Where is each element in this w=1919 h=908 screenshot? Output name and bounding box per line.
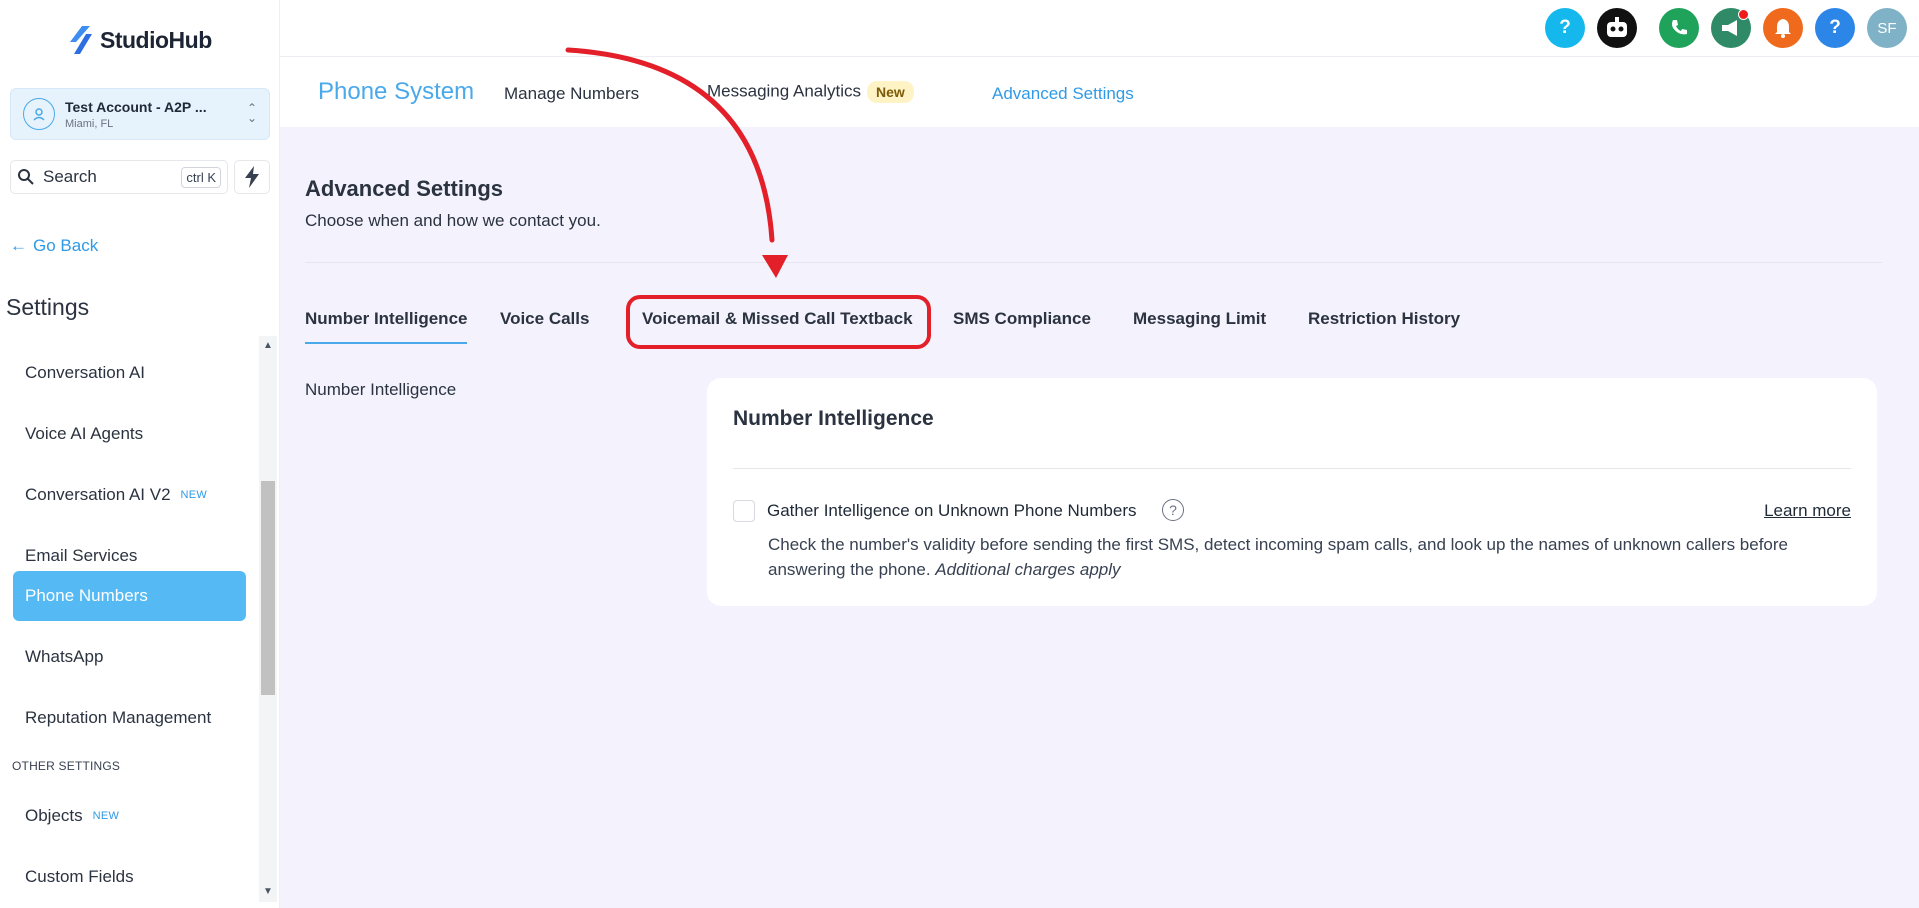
sidebar-item-custom-fields[interactable]: Custom Fields	[13, 852, 246, 902]
sidebar-item-conversation-ai[interactable]: Conversation AI	[13, 348, 246, 398]
location-icon	[23, 98, 55, 130]
annotation-highlight-box	[626, 295, 931, 349]
tab-messaging-analytics[interactable]: Messaging Analytics New	[707, 81, 914, 103]
search-shortcut: ctrl K	[181, 166, 221, 188]
go-back-label: Go Back	[33, 236, 99, 255]
menu-label: Voice AI Agents	[25, 424, 144, 443]
bell-icon[interactable]	[1763, 8, 1803, 48]
robot-icon[interactable]	[1597, 8, 1637, 48]
sub-navigation: Phone System Manage Numbers Messaging An…	[280, 57, 1919, 127]
tab-advanced-settings[interactable]: Advanced Settings	[992, 84, 1134, 104]
learn-more-link[interactable]: Learn more	[1764, 501, 1851, 521]
divider	[305, 262, 1882, 263]
new-badge: NEW	[180, 489, 208, 501]
header-icons: ? ? SF	[1545, 8, 1919, 48]
question-circle-icon[interactable]: ?	[1162, 499, 1184, 521]
charges-note: Additional charges apply	[935, 560, 1121, 579]
section-label: Number Intelligence	[305, 380, 457, 399]
card-divider	[733, 468, 1851, 469]
new-badge: NEW	[92, 810, 120, 822]
sidebar-item-objects[interactable]: Objects NEW	[13, 791, 246, 841]
app-name: StudioHub	[100, 26, 212, 53]
quick-actions-button[interactable]	[234, 160, 270, 194]
menu-label: Conversation AI V2	[25, 485, 171, 504]
go-back-link[interactable]: ← Go Back	[10, 236, 98, 256]
top-header: ? ? SF	[280, 0, 1919, 57]
tab-restriction-history[interactable]: Restriction History	[1308, 309, 1460, 329]
app-logo[interactable]: StudioHub	[68, 24, 212, 56]
page-title: Advanced Settings	[305, 176, 504, 201]
gather-intelligence-checkbox[interactable]	[733, 500, 755, 522]
settings-heading: Settings	[6, 294, 90, 320]
search-icon	[18, 169, 34, 185]
description-text: Check the number's validity before sendi…	[768, 535, 1788, 579]
phone-glyph	[1672, 20, 1687, 35]
option-title: Gather Intelligence on Unknown Phone Num…	[767, 501, 1137, 520]
search-label: Search	[43, 167, 97, 186]
megaphone-glyph	[1722, 20, 1737, 36]
tab-messaging-limit[interactable]: Messaging Limit	[1133, 309, 1266, 329]
card-title: Number Intelligence	[733, 407, 934, 430]
logo-icon	[70, 26, 92, 54]
menu-label: Objects	[25, 806, 83, 825]
phone-icon[interactable]	[1659, 8, 1699, 48]
account-location: Miami, FL	[65, 117, 114, 130]
menu-label: Custom Fields	[25, 867, 134, 886]
sidebar-item-conversation-ai-v2[interactable]: Conversation AI V2 NEW	[13, 470, 246, 520]
question-glyph: ?	[1829, 17, 1841, 38]
tab-voice-calls[interactable]: Voice Calls	[500, 309, 589, 329]
megaphone-icon[interactable]	[1711, 8, 1751, 48]
robot-glyph	[1607, 17, 1627, 37]
account-name: Test Account - A2P ...	[65, 98, 207, 115]
sidebar-scrollbar[interactable]: ▲ ▼	[259, 336, 277, 902]
sidebar-item-phone-numbers[interactable]: Phone Numbers	[13, 571, 246, 621]
sidebar-item-whatsapp[interactable]: WhatsApp	[13, 632, 246, 682]
tab-sms-compliance[interactable]: SMS Compliance	[953, 309, 1091, 329]
sidebar-item-reputation-management[interactable]: Reputation Management	[13, 693, 246, 743]
notification-dot	[1738, 9, 1749, 20]
help-icon[interactable]: ?	[1545, 8, 1585, 48]
tab-number-intelligence[interactable]: Number Intelligence	[305, 309, 468, 344]
scroll-up-icon[interactable]: ▲	[263, 340, 273, 351]
bell-glyph	[1775, 19, 1791, 38]
menu-label: Reputation Management	[25, 708, 212, 727]
avatar[interactable]: SF	[1867, 8, 1907, 48]
sidebar: StudioHub Test Account - A2P ... Miami, …	[0, 0, 280, 908]
phone-system-title[interactable]: Phone System	[318, 78, 474, 106]
main-content: Advanced Settings Choose when and how we…	[280, 127, 1919, 908]
scroll-down-icon[interactable]: ▼	[263, 886, 273, 897]
avatar-initials: SF	[1877, 19, 1897, 37]
arrow-left-icon: ←	[10, 236, 27, 255]
other-settings-heading: OTHER SETTINGS	[12, 759, 121, 773]
sidebar-item-voice-ai-agents[interactable]: Voice AI Agents	[13, 409, 246, 459]
question-icon[interactable]: ?	[1815, 8, 1855, 48]
option-description: Check the number's validity before sendi…	[768, 532, 1848, 582]
messaging-analytics-label: Messaging Analytics	[707, 81, 862, 101]
search-box[interactable]: Search ctrl K	[10, 160, 228, 194]
chevron-updown-icon: ⌃ ⌄	[246, 101, 257, 125]
new-badge: New	[867, 81, 914, 103]
tab-manage-numbers[interactable]: Manage Numbers	[504, 84, 639, 104]
account-switcher[interactable]: Test Account - A2P ... Miami, FL ⌃ ⌄	[10, 88, 270, 140]
bolt-icon	[245, 166, 259, 188]
help-glyph: ?	[1559, 17, 1571, 38]
page-subtitle: Choose when and how we contact you.	[305, 211, 601, 230]
menu-label: Email Services	[25, 546, 138, 565]
menu-label: WhatsApp	[25, 647, 104, 666]
menu-label: Conversation AI	[25, 363, 146, 382]
number-intelligence-card: Number Intelligence Gather Intelligence …	[707, 378, 1877, 606]
settings-menu: Conversation AI Voice AI Agents Conversa…	[0, 336, 258, 908]
scroll-thumb[interactable]	[261, 481, 275, 695]
menu-label: Phone Numbers	[25, 586, 148, 605]
